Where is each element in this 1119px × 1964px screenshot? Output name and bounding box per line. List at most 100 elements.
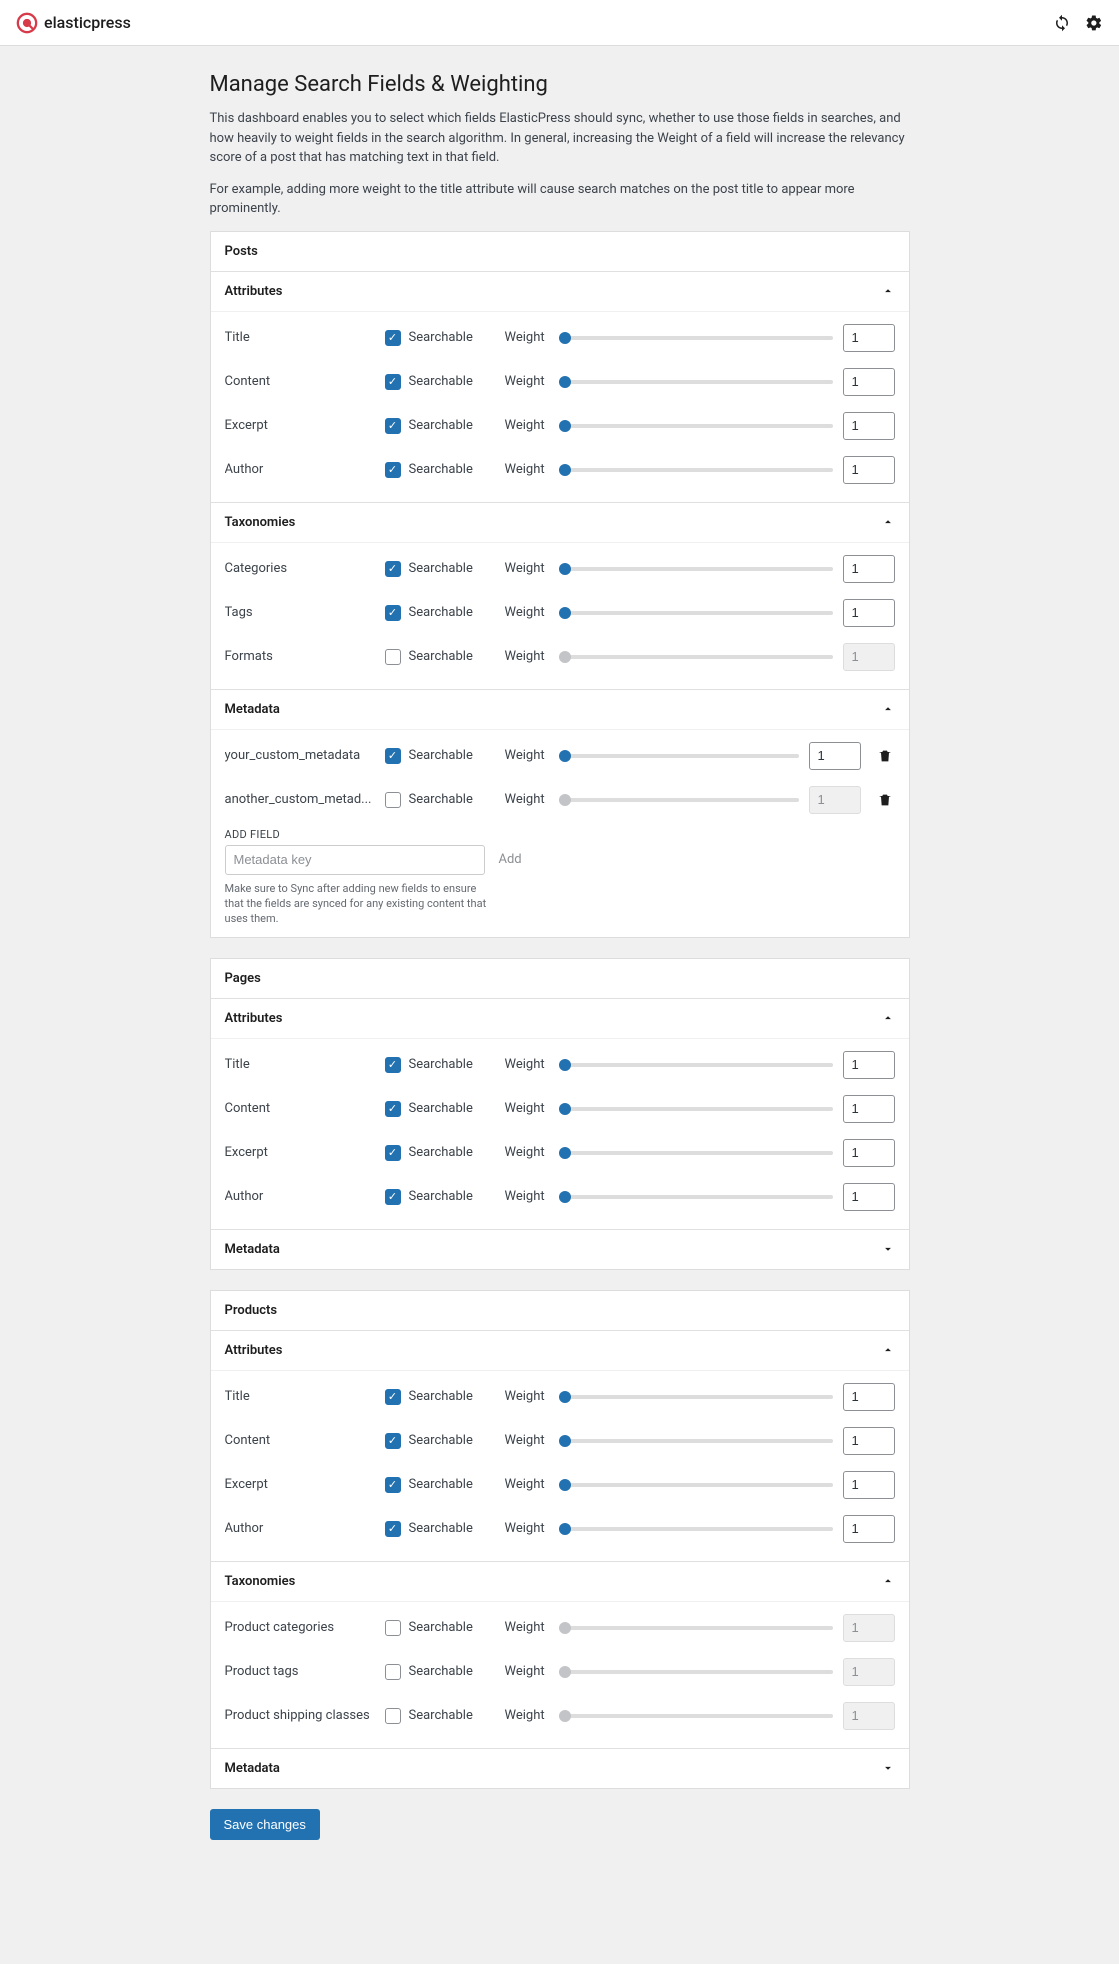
weight-label: Weight: [505, 462, 549, 477]
searchable-checkbox[interactable]: [385, 374, 401, 390]
searchable-toggle-wrap: Searchable: [385, 374, 495, 390]
searchable-label: Searchable: [409, 605, 473, 620]
searchable-toggle-wrap: Searchable: [385, 748, 495, 764]
searchable-checkbox[interactable]: [385, 748, 401, 764]
weight-input[interactable]: [843, 1051, 895, 1079]
searchable-checkbox[interactable]: [385, 418, 401, 434]
weight-input[interactable]: [843, 368, 895, 396]
weight-input: [843, 1614, 895, 1642]
trash-icon[interactable]: [877, 792, 895, 808]
weight-slider[interactable]: [559, 1483, 833, 1487]
field-label: Author: [225, 462, 375, 477]
field-label: Excerpt: [225, 418, 375, 433]
searchable-label: Searchable: [409, 1057, 473, 1072]
field-label: Author: [225, 1189, 375, 1204]
chevron-up-icon: [881, 284, 895, 298]
searchable-label: Searchable: [409, 1433, 473, 1448]
section-header[interactable]: Attributes: [211, 271, 909, 311]
searchable-label: Searchable: [409, 1708, 473, 1723]
searchable-label: Searchable: [409, 649, 473, 664]
chevron-up-icon: [881, 1011, 895, 1025]
searchable-checkbox[interactable]: [385, 1477, 401, 1493]
section-header[interactable]: Attributes: [211, 998, 909, 1038]
weight-slider[interactable]: [559, 1151, 833, 1155]
weight-input[interactable]: [843, 555, 895, 583]
weight-slider[interactable]: [559, 468, 833, 472]
searchable-checkbox[interactable]: [385, 561, 401, 577]
searchable-label: Searchable: [409, 1620, 473, 1635]
weight-slider[interactable]: [559, 1195, 833, 1199]
weight-slider[interactable]: [559, 1107, 833, 1111]
searchable-checkbox[interactable]: [385, 1389, 401, 1405]
section-header[interactable]: Metadata: [211, 1229, 909, 1269]
searchable-checkbox[interactable]: [385, 1521, 401, 1537]
searchable-checkbox[interactable]: [385, 1708, 401, 1724]
weight-input[interactable]: [809, 742, 861, 770]
weight-input[interactable]: [843, 1515, 895, 1543]
section-header[interactable]: Metadata: [211, 1748, 909, 1788]
weight-slider: [559, 798, 799, 802]
weight-input[interactable]: [843, 324, 895, 352]
searchable-checkbox[interactable]: [385, 1101, 401, 1117]
searchable-label: Searchable: [409, 1101, 473, 1116]
weight-input[interactable]: [843, 1183, 895, 1211]
searchable-checkbox[interactable]: [385, 1189, 401, 1205]
trash-icon[interactable]: [877, 748, 895, 764]
field-label: Categories: [225, 561, 375, 576]
weight-slider[interactable]: [559, 1063, 833, 1067]
field-row: TitleSearchableWeight: [225, 316, 895, 360]
searchable-checkbox[interactable]: [385, 1664, 401, 1680]
weight-label: Weight: [505, 1057, 549, 1072]
weight-input[interactable]: [843, 599, 895, 627]
weight-slider[interactable]: [559, 567, 833, 571]
add-field-button[interactable]: Add: [499, 852, 522, 867]
searchable-checkbox[interactable]: [385, 649, 401, 665]
save-button[interactable]: Save changes: [210, 1809, 320, 1840]
section-header[interactable]: Taxonomies: [211, 1561, 909, 1601]
weight-slider[interactable]: [559, 1395, 833, 1399]
post-type-title: Products: [211, 1291, 909, 1330]
weight-input[interactable]: [843, 1427, 895, 1455]
metadata-key-input[interactable]: [225, 845, 485, 875]
weight-input[interactable]: [843, 1095, 895, 1123]
field-row: AuthorSearchableWeight: [225, 448, 895, 492]
field-row: ExcerptSearchableWeight: [225, 1131, 895, 1175]
section-header[interactable]: Taxonomies: [211, 502, 909, 542]
searchable-checkbox[interactable]: [385, 792, 401, 808]
weight-slider[interactable]: [559, 1439, 833, 1443]
searchable-checkbox[interactable]: [385, 1145, 401, 1161]
weight-input[interactable]: [843, 1139, 895, 1167]
searchable-toggle-wrap: Searchable: [385, 1389, 495, 1405]
searchable-toggle-wrap: Searchable: [385, 1620, 495, 1636]
weight-slider[interactable]: [559, 336, 833, 340]
weight-input[interactable]: [843, 412, 895, 440]
weight-input[interactable]: [843, 1383, 895, 1411]
searchable-checkbox[interactable]: [385, 1433, 401, 1449]
section-title: Attributes: [225, 1011, 283, 1026]
add-field-area: ADD FIELDAddMake sure to Sync after addi…: [225, 822, 895, 927]
searchable-checkbox[interactable]: [385, 462, 401, 478]
searchable-toggle-wrap: Searchable: [385, 330, 495, 346]
weight-label: Weight: [505, 1664, 549, 1679]
searchable-label: Searchable: [409, 374, 473, 389]
weight-slider[interactable]: [559, 424, 833, 428]
gear-icon[interactable]: [1085, 14, 1103, 32]
weight-slider[interactable]: [559, 611, 833, 615]
weight-input[interactable]: [843, 456, 895, 484]
weight-slider[interactable]: [559, 380, 833, 384]
weight-slider[interactable]: [559, 1527, 833, 1531]
field-row: AuthorSearchableWeight: [225, 1175, 895, 1219]
searchable-checkbox[interactable]: [385, 1620, 401, 1636]
searchable-checkbox[interactable]: [385, 1057, 401, 1073]
weight-slider[interactable]: [559, 754, 799, 758]
weight-input[interactable]: [843, 1471, 895, 1499]
searchable-checkbox[interactable]: [385, 605, 401, 621]
weight-input: [843, 1658, 895, 1686]
field-label: Formats: [225, 649, 375, 664]
sync-icon[interactable]: [1053, 14, 1071, 32]
searchable-checkbox[interactable]: [385, 330, 401, 346]
elasticpress-icon: [16, 12, 38, 34]
weight-label: Weight: [505, 1145, 549, 1160]
section-header[interactable]: Attributes: [211, 1330, 909, 1370]
section-header[interactable]: Metadata: [211, 689, 909, 729]
